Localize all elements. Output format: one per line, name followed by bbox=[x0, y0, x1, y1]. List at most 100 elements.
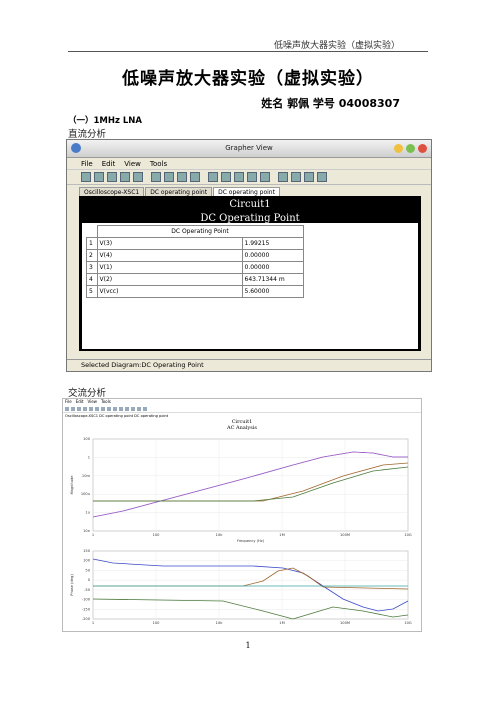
page-number: 1 bbox=[245, 641, 251, 650]
delete-icon[interactable] bbox=[190, 172, 200, 182]
menu-bar: File Edit View Tools bbox=[67, 158, 431, 169]
table-row: 1 V(3) 1.99215 bbox=[86, 237, 304, 250]
phase-plot-frame bbox=[92, 550, 409, 620]
x-axis-label: Frequency (Hz) bbox=[237, 539, 265, 543]
author-line: 姓名 郭佩 学号 04008307 bbox=[261, 97, 400, 110]
zoom-icon[interactable] bbox=[247, 172, 257, 182]
print-preview-icon[interactable] bbox=[133, 172, 143, 182]
x-tick-label: 100 bbox=[153, 533, 161, 537]
cut-icon[interactable] bbox=[151, 172, 161, 182]
cursor-icon[interactable] bbox=[234, 172, 244, 182]
y-tick-label: 1u bbox=[85, 511, 90, 515]
window-titlebar: Grapher View bbox=[67, 140, 431, 158]
ac-toolbar bbox=[63, 405, 421, 413]
zoom-out-icon[interactable] bbox=[260, 172, 270, 182]
y-axis-label-phase: Phase (deg) bbox=[70, 574, 74, 596]
copy-icon[interactable] bbox=[164, 172, 174, 182]
ac-tab-oscilloscope[interactable]: Oscilloscope-XSC1 bbox=[65, 413, 98, 419]
table-row: 4 V(2) 643.71344 m bbox=[86, 273, 304, 286]
dc-plot-area: Circuit1 DC Operating Point DC Operating… bbox=[79, 196, 421, 351]
document-title: 低噪声放大器实验（虚拟实验） bbox=[122, 69, 374, 89]
ac-plots: 100 1 10m 100u 1u 10n 150 100 50 0 -50 -100 -150 -200… bbox=[70, 437, 412, 625]
minimize-icon[interactable] bbox=[394, 144, 403, 153]
ac-tab-dc-1[interactable]: DC operating point bbox=[99, 413, 133, 419]
header-rule bbox=[68, 51, 428, 52]
ac-tool-icon[interactable] bbox=[71, 406, 75, 411]
new-icon[interactable] bbox=[81, 172, 91, 182]
y-tick-label: 50 bbox=[85, 568, 90, 572]
x-tick-label: 100M bbox=[340, 533, 350, 537]
ac-tool-icon[interactable] bbox=[131, 406, 135, 411]
x-tick-label: 1 bbox=[92, 621, 94, 625]
x-tick-label: 100M bbox=[340, 621, 350, 625]
y-tick-label: 0 bbox=[88, 578, 91, 582]
y-axis-label-magnitude: Magnitude bbox=[70, 475, 74, 495]
ac-tool-icon[interactable] bbox=[125, 406, 129, 411]
maximize-icon[interactable] bbox=[406, 144, 415, 153]
ac-tool-icon[interactable] bbox=[83, 406, 87, 411]
x-tick-label: 100 bbox=[153, 621, 161, 625]
table-row: 3 V(1) 0.00000 bbox=[86, 261, 304, 274]
table-header: DC Operating Point bbox=[96, 225, 304, 238]
export-icon[interactable] bbox=[304, 172, 314, 182]
print-icon[interactable] bbox=[120, 172, 130, 182]
running-header: 低噪声放大器实验（虚拟实验） bbox=[273, 41, 400, 51]
y-tick-label: -150 bbox=[82, 607, 91, 611]
ac-heading: 交流分析 bbox=[68, 388, 107, 399]
y-tick-label: 10m bbox=[82, 474, 91, 478]
save-icon[interactable] bbox=[107, 172, 117, 182]
grapher-window: Grapher View File Edit View Tools Oscill… bbox=[66, 139, 432, 372]
legend-icon[interactable] bbox=[221, 172, 231, 182]
grid-icon[interactable] bbox=[208, 172, 218, 182]
ac-tab-dc-2[interactable]: DC operating point bbox=[134, 413, 168, 419]
y-tick-label: 150 bbox=[83, 549, 91, 553]
dc-heading: 直流分析 bbox=[68, 129, 107, 140]
x-tick-label: 10G bbox=[404, 533, 412, 537]
section-heading: （一）1MHz LNA bbox=[68, 116, 143, 126]
dc-table: DC Operating Point 1 V(3) 1.99215 2 V(4)… bbox=[86, 225, 304, 298]
properties-icon[interactable] bbox=[278, 172, 288, 182]
ac-tool-icon[interactable] bbox=[137, 406, 141, 411]
menu-file[interactable]: File bbox=[81, 160, 93, 168]
ac-tool-icon[interactable] bbox=[119, 406, 123, 411]
ac-menu-view[interactable]: View bbox=[87, 399, 97, 405]
ac-tool-icon[interactable] bbox=[89, 406, 93, 411]
ac-tool-icon[interactable] bbox=[143, 406, 147, 411]
magnitude-plot-frame bbox=[92, 438, 409, 532]
y-tick-label: 100u bbox=[81, 492, 90, 496]
close-icon[interactable] bbox=[418, 144, 427, 153]
ac-tool-icon[interactable] bbox=[95, 406, 99, 411]
x-tick-label: 1 bbox=[92, 533, 94, 537]
y-tick-label: 100 bbox=[83, 559, 91, 563]
overlay-icon[interactable] bbox=[291, 172, 301, 182]
y-tick-label: 1 bbox=[88, 455, 90, 459]
open-icon[interactable] bbox=[94, 172, 104, 182]
menu-view[interactable]: View bbox=[124, 160, 141, 168]
ac-window: File Edit View Tools Oscilloscope-XSC1 D… bbox=[62, 398, 422, 632]
ac-tool-icon[interactable] bbox=[77, 406, 81, 411]
excel-icon[interactable] bbox=[317, 172, 327, 182]
ac-tool-icon[interactable] bbox=[113, 406, 117, 411]
plot-title-circuit: Circuit1 bbox=[229, 199, 271, 210]
table-panel: DC Operating Point 1 V(3) 1.99215 2 V(4)… bbox=[82, 223, 418, 349]
toolbar bbox=[67, 169, 431, 185]
y-tick-label: -50 bbox=[84, 588, 91, 592]
ac-tool-icon[interactable] bbox=[107, 406, 111, 411]
window-title: Grapher View bbox=[225, 144, 273, 152]
y-tick-label: 10n bbox=[83, 529, 90, 533]
ac-menu-tools[interactable]: Tools bbox=[101, 399, 111, 405]
menu-tools[interactable]: Tools bbox=[150, 160, 167, 168]
ac-tool-icon[interactable] bbox=[65, 406, 69, 411]
ac-tool-icon[interactable] bbox=[101, 406, 105, 411]
x-tick-label: 10k bbox=[216, 533, 224, 537]
ac-menu-file[interactable]: File bbox=[65, 399, 72, 405]
ac-menu-edit[interactable]: Edit bbox=[76, 399, 84, 405]
x-tick-label: 10k bbox=[216, 621, 224, 625]
x-tick-label: 1M bbox=[279, 533, 284, 537]
y-tick-label: 100 bbox=[83, 437, 91, 441]
status-bar: Selected Diagram:DC Operating Point bbox=[67, 359, 431, 371]
menu-edit[interactable]: Edit bbox=[102, 160, 116, 168]
paste-icon[interactable] bbox=[177, 172, 187, 182]
table-row: 5 V(vcc) 5.60000 bbox=[86, 285, 304, 298]
x-tick-label: 10G bbox=[404, 621, 412, 625]
